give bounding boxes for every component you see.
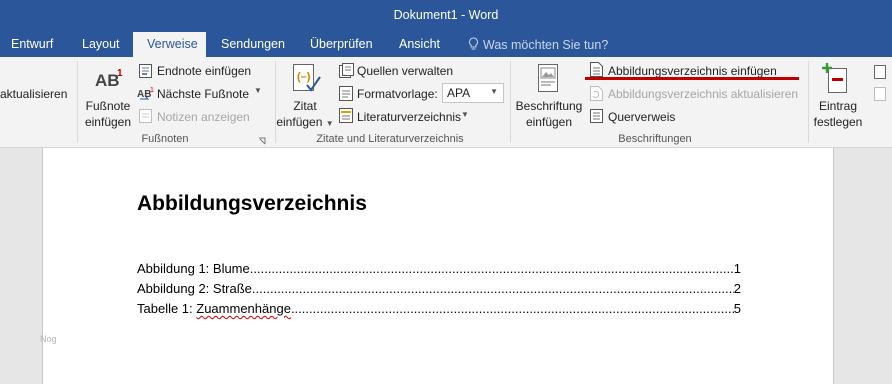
- chevron-down-icon: ▼: [254, 86, 262, 95]
- insert-index-icon[interactable]: [873, 64, 887, 80]
- toc-entry[interactable]: Abbildung 1: Blume .....................…: [137, 261, 741, 279]
- citation-style-value: APA: [447, 86, 471, 100]
- next-footnote-label: Nächste Fußnote: [157, 87, 250, 101]
- insert-caption-label-1: Beschriftung: [515, 99, 583, 113]
- toc-leader-dots: ........................................…: [249, 261, 734, 276]
- toc-leader-dots: ........................................…: [251, 281, 734, 296]
- tab-layout[interactable]: Layout: [82, 37, 120, 51]
- next-footnote-icon: AB 1: [137, 87, 154, 100]
- tab-verweise[interactable]: Verweise: [133, 32, 206, 57]
- mark-entry-label-2: festlegen: [813, 115, 863, 129]
- insert-footnote-label-1: Fußnote: [85, 99, 131, 113]
- manage-sources-label: Quellen verwalten: [357, 64, 454, 78]
- update-table-button[interactable]: aktualisieren: [0, 87, 67, 101]
- toc-page-number: 5: [733, 301, 741, 316]
- footnotes-group-label: Fußnoten: [141, 133, 189, 145]
- tab-ansicht[interactable]: Ansicht: [399, 37, 440, 51]
- svg-text:AB: AB: [95, 71, 120, 90]
- tab-sendungen[interactable]: Sendungen: [221, 37, 285, 51]
- lightbulb-icon: [469, 37, 478, 50]
- cross-reference-label: Querverweis: [608, 110, 676, 124]
- toc-entry[interactable]: Abbildung 2: Straße ....................…: [137, 281, 741, 299]
- citation-style-dropdown[interactable]: APA ▼: [442, 83, 504, 103]
- insert-citation-label-2: einfügen ▼: [276, 115, 334, 129]
- update-index-icon[interactable]: [873, 86, 887, 102]
- bibliography-label: Literaturverzeichnis: [357, 110, 462, 124]
- footnote-icon: AB 1: [95, 68, 123, 90]
- cross-reference-icon: [590, 109, 603, 123]
- citations-group-label: Zitate und Literaturverzeichnis: [316, 133, 464, 145]
- caption-icon: [538, 64, 558, 92]
- title-bar: Dokument1 - Word: [0, 0, 892, 32]
- margin-watermark: Nog: [40, 334, 57, 344]
- insert-citation-label-1: Zitat: [293, 99, 317, 113]
- svg-text:(–): (–): [297, 71, 311, 83]
- captions-group-label: Beschriftungen: [618, 133, 692, 145]
- manage-sources-icon: [339, 63, 354, 78]
- endnote-icon: [139, 64, 152, 78]
- toc-page-number: 1: [733, 261, 741, 276]
- show-notes-label: Notizen anzeigen: [157, 110, 250, 124]
- insert-table-of-figures-label: Abbildungsverzeichnis einfügen: [608, 64, 777, 78]
- tell-me-box[interactable]: Was möchten Sie tun?: [468, 37, 608, 52]
- spelling-error-word: Zuammenhänge: [196, 301, 291, 316]
- toc-entry-label: Abbildung 2: Straße: [137, 281, 252, 296]
- group-separator: [77, 61, 78, 143]
- tab-entwurf[interactable]: Entwurf: [11, 37, 53, 51]
- svg-text:1: 1: [117, 68, 123, 79]
- document-heading: Abbildungsverzeichnis: [137, 192, 367, 215]
- insert-endnote-label: Endnote einfügen: [157, 64, 252, 78]
- update-table-icon: [590, 86, 603, 101]
- table-of-figures-icon: [590, 62, 603, 77]
- bibliography-icon: [339, 108, 353, 123]
- toc-page-number: 2: [733, 281, 741, 296]
- style-icon: [339, 86, 353, 101]
- ribbon: aktualisieren AB 1 Fußnote einfügen Endn…: [0, 57, 892, 148]
- mark-entry-label-1: Eintrag: [818, 99, 858, 113]
- insert-footnote-label-2: einfügen: [84, 115, 132, 129]
- toc-entry-label: Abbildung 1: Blume: [137, 261, 250, 276]
- dialog-launcher-icon[interactable]: [258, 137, 266, 145]
- mark-entry-icon: [822, 63, 847, 93]
- update-table-of-figures-label: Abbildungsverzeichnis aktualisieren: [608, 87, 799, 101]
- document-page[interactable]: Abbildungsverzeichnis Abbildung 1: Blume…: [42, 148, 834, 384]
- chevron-down-icon: ▼: [461, 110, 469, 119]
- chevron-down-icon: ▼: [490, 87, 498, 96]
- svg-text:1: 1: [150, 87, 154, 94]
- toc-leader-dots: ........................................…: [290, 301, 734, 316]
- citation-style-label: Formatvorlage:: [357, 87, 438, 101]
- document-area: Abbildungsverzeichnis Abbildung 1: Blume…: [0, 148, 892, 384]
- group-separator: [808, 61, 809, 143]
- tell-me-placeholder: Was möchten Sie tun?: [483, 38, 609, 52]
- highlight-underline: [585, 77, 799, 80]
- toc-entry-label: Tabelle 1: Zuammenhänge: [137, 301, 291, 316]
- window-title: Dokument1 - Word: [393, 8, 499, 22]
- tab-ueberpruefen[interactable]: Überprüfen: [310, 37, 373, 51]
- citation-icon: (–): [293, 64, 321, 92]
- show-notes-icon: [139, 109, 152, 123]
- group-separator: [510, 61, 511, 143]
- ribbon-tab-bar: Entwurf Layout Verweise Sendungen Überpr…: [0, 32, 892, 57]
- insert-caption-label-2: einfügen: [525, 115, 573, 129]
- toc-entry[interactable]: Tabelle 1: Zuammenhänge ................…: [137, 301, 741, 319]
